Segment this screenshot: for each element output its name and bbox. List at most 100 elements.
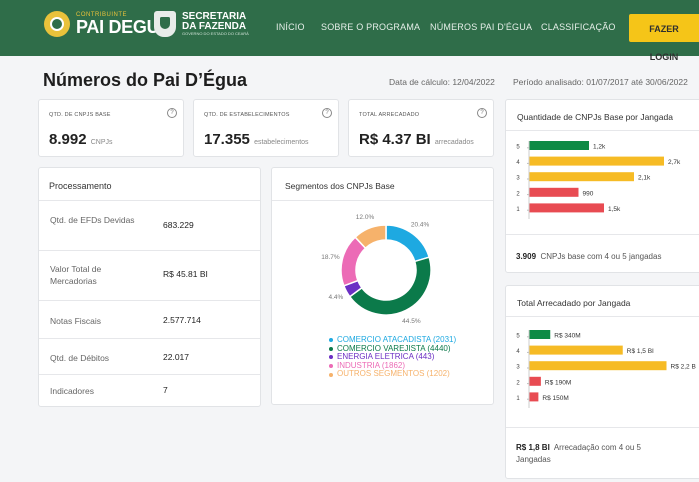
bar[interactable] — [529, 172, 634, 182]
bar-value-label: R$ 340M — [554, 333, 580, 340]
stat-title: QTD. DE CNPJS BASE — [49, 112, 111, 118]
calculation-date: Data de cálculo: 12/04/2022 — [389, 77, 495, 87]
analysis-period: Período analisado: 01/07/2017 até 30/06/… — [513, 77, 688, 87]
legend-dot-icon — [329, 355, 333, 360]
stat-value: 17.355 estabelecimentos — [204, 131, 309, 148]
help-icon[interactable]: ? — [477, 108, 487, 118]
secretaria-fazenda-logo[interactable]: SECRETARIA DA FAZENDA GOVERNO DO ESTADO … — [154, 11, 249, 37]
bar-value-label: R$ 190M — [545, 379, 571, 386]
donut-slice-label: 12.0% — [356, 214, 375, 221]
bar[interactable] — [529, 361, 667, 371]
nav-classificacao[interactable]: CLASSIFICAÇÃO — [541, 22, 616, 32]
bar-category-label: 3 — [516, 365, 520, 371]
cnpj-jangada-panel: Quantidade de CNPJs Base por Jangada 5 1,… — [505, 99, 699, 273]
bar-value-label: 2,1k — [638, 175, 651, 182]
bar[interactable] — [529, 187, 579, 197]
bar-value-label: 2,7k — [668, 159, 681, 166]
divider — [272, 200, 493, 201]
bar[interactable] — [529, 376, 541, 386]
bar-category-label: 1 — [516, 396, 520, 402]
nav-numeros-pai-degua[interactable]: NÚMEROS PAI D'ÉGUA — [430, 22, 532, 32]
stat-number: 17.355 — [204, 131, 250, 148]
divider — [506, 316, 699, 317]
bar[interactable] — [529, 330, 551, 339]
row-value: 22.017 — [163, 352, 189, 362]
segmentos-donut-chart: 20.4% 44.5% 4.4% 18.7% 12.0% — [321, 214, 432, 325]
note-value: 3.909 — [516, 252, 537, 261]
ceara-crest-icon — [154, 11, 176, 37]
row-value: 683.229 — [163, 220, 194, 230]
bar-value-label: 1,5k — [608, 206, 621, 213]
processamento-panel: Processamento Qtd. de EFDs Devidas 683.2… — [38, 167, 261, 407]
arrecadado-jangada-bar-chart: 5 R$ 340M 4 R$ 1,5 BI 3 R$ 2,2 B 2 R$ 190M 1 R$ 1… — [516, 330, 696, 408]
row-value: R$ 45.81 BI — [163, 269, 208, 279]
donut-slice-label: 20.4% — [411, 221, 430, 228]
login-button[interactable]: FAZER LOGIN — [629, 14, 699, 62]
bar-category-label: 2 — [516, 380, 520, 386]
bar-category-label: 2 — [516, 191, 520, 197]
bar-value-label: 990 — [583, 190, 594, 197]
arrecadado-jangada-note: R$ 1,8 BI Arrecadação com 4 ou 5 Jangada… — [516, 442, 676, 466]
bar-category-label: 3 — [516, 176, 520, 182]
segmentos-title: Segmentos dos CNPJs Base — [285, 181, 395, 191]
row-label: Notas Fiscais — [50, 316, 102, 326]
legend-dot-icon — [329, 364, 333, 369]
bar-value-label: 1,2k — [593, 144, 606, 151]
bar-category-label: 1 — [516, 207, 520, 213]
stat-unit: CNPJs — [90, 139, 113, 146]
note-value: R$ 1,8 BI — [516, 443, 550, 452]
pai-degua-logo[interactable]: CONTRIBUINTE PAI DEGUA — [44, 11, 172, 37]
stat-number: R$ 4.37 BI — [359, 131, 431, 148]
segmentos-legend: COMERCIO ATACADISTA (2031) COMERCIO VAREJ… — [329, 335, 456, 379]
row-value: 7 — [163, 385, 168, 395]
donut-slice-label: 44.5% — [402, 318, 421, 325]
donut-slice[interactable] — [348, 256, 432, 316]
bar[interactable] — [529, 156, 664, 166]
bar-value-label: R$ 1,5 BI — [627, 348, 654, 355]
cnpj-jangada-title: Quantidade de CNPJs Base por Jangada — [517, 112, 673, 122]
stat-card-arrecadado: TOTAL ARRECADADO ? R$ 4.37 BI arrecadado… — [348, 99, 494, 157]
stat-card-estabelecimentos: QTD. DE ESTABELECIMENTOS ? 17.355 estabe… — [193, 99, 339, 157]
bar-value-label: R$ 2,2 B — [671, 364, 696, 371]
cnpj-jangada-bar-chart: 5 1,2k 4 2,7k 3 2,1k 2 990 1 1,5k — [516, 141, 681, 219]
donut-slice-label: 4.4% — [328, 294, 343, 301]
stat-unit: estabelecimentos — [254, 139, 309, 146]
processamento-title: Processamento — [49, 181, 112, 191]
legend-item[interactable]: OUTROS SEGMENTOS (1202) — [329, 370, 456, 379]
divider — [506, 234, 699, 235]
legend-dot-icon — [329, 346, 333, 351]
nav-sobre-o-programa[interactable]: SOBRE O PROGRAMA — [321, 22, 420, 32]
row-label: Valor Total de Mercadorias — [50, 264, 102, 286]
stat-title: TOTAL ARRECADADO — [359, 112, 420, 118]
legend-label: OUTROS SEGMENTOS (1202) — [337, 369, 450, 379]
legend-dot-icon — [329, 372, 333, 377]
donut-slice[interactable] — [385, 224, 431, 263]
row-label: Qtd. de Débitos — [50, 353, 110, 363]
row-label: Qtd. de EFDs Devidas — [50, 215, 135, 225]
bar[interactable] — [529, 141, 589, 150]
arrecadado-jangada-panel: Total Arrecadado por Jangada 5 R$ 340M 4 R$… — [505, 285, 699, 479]
donut-slice-label: 18.7% — [321, 254, 340, 261]
stat-number: 8.992 — [49, 131, 87, 148]
table-row: Indicadores 7 — [39, 374, 260, 407]
stat-card-cnpjs: QTD. DE CNPJS BASE ? 8.992 CNPJs — [38, 99, 184, 157]
stat-value: R$ 4.37 BI arrecadados — [359, 131, 474, 148]
table-row: Notas Fiscais 2.577.714 — [39, 300, 260, 339]
bar[interactable] — [529, 203, 604, 213]
stat-title: QTD. DE ESTABELECIMENTOS — [204, 112, 290, 118]
top-navbar: CONTRIBUINTE PAI DEGUA SECRETARIA DA FAZ… — [0, 0, 699, 62]
nav-inicio[interactable]: INÍCIO — [276, 22, 305, 32]
bar-category-label: 4 — [516, 160, 520, 166]
row-label: Indicadores — [50, 386, 94, 396]
bar[interactable] — [529, 345, 623, 355]
bar-value-label: R$ 150M — [542, 395, 568, 402]
help-icon[interactable]: ? — [322, 108, 332, 118]
stat-unit: arrecadados — [434, 139, 474, 146]
secretaria-line3: GOVERNO DO ESTADO DO CEARÁ — [182, 31, 249, 36]
help-icon[interactable]: ? — [167, 108, 177, 118]
pai-degua-logo-icon — [44, 11, 70, 37]
table-row: Valor Total de Mercadorias R$ 45.81 BI — [39, 250, 260, 301]
segmentos-panel: Segmentos dos CNPJs Base 20.4% 44.5% 4.4% 1… — [271, 167, 494, 405]
bar[interactable] — [529, 392, 539, 402]
table-row: Qtd. de EFDs Devidas 683.229 — [39, 200, 260, 251]
